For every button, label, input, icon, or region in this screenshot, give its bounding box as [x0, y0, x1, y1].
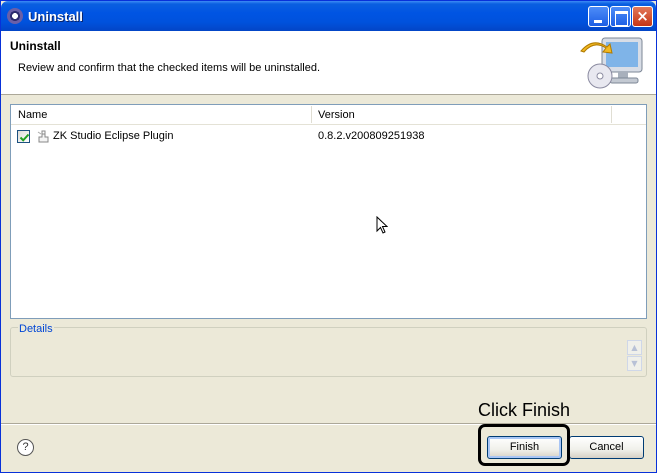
- header-banner: Uninstall Review and confirm that the ch…: [1, 31, 656, 95]
- column-separator[interactable]: [311, 106, 312, 123]
- column-header-name[interactable]: Name: [18, 109, 47, 121]
- banner-description: Review and confirm that the checked item…: [18, 62, 321, 74]
- maximize-button[interactable]: [610, 6, 631, 27]
- cell-item-name: ZK Studio Eclipse Plugin: [53, 130, 174, 142]
- details-scrollbar[interactable]: ▲ ▼: [627, 340, 642, 372]
- details-label: Details: [18, 323, 54, 335]
- items-table: Name Version ZK Studio Eclipse Plugin 0.…: [10, 104, 647, 319]
- column-header-version[interactable]: Version: [318, 109, 355, 121]
- table-row[interactable]: ZK Studio Eclipse Plugin 0.8.2.v20080925…: [11, 127, 646, 145]
- item-checkbox[interactable]: [17, 130, 30, 143]
- window-title: Uninstall: [28, 9, 83, 24]
- cancel-button[interactable]: Cancel: [569, 436, 644, 459]
- annotation-highlight-box: [478, 424, 570, 466]
- close-button[interactable]: ×: [632, 6, 653, 27]
- cell-item-version: 0.8.2.v200809251938: [318, 130, 425, 142]
- scroll-down-icon[interactable]: ▼: [627, 356, 642, 371]
- checkmark-icon: [19, 133, 30, 142]
- plugin-icon: [37, 130, 49, 143]
- table-header: Name Version: [11, 105, 646, 125]
- details-group: Details ▲ ▼: [10, 323, 647, 377]
- help-button[interactable]: ?: [17, 439, 34, 456]
- minimize-button[interactable]: [588, 6, 609, 27]
- uninstall-dialog: Uninstall × Uninstall Review and confirm…: [0, 0, 657, 473]
- banner-title: Uninstall: [10, 39, 61, 53]
- scroll-up-icon[interactable]: ▲: [627, 340, 642, 355]
- eclipse-app-icon: [7, 8, 23, 24]
- annotation-label: Click Finish: [478, 400, 571, 420]
- details-text-area[interactable]: ▲ ▼: [13, 338, 644, 374]
- close-icon: ×: [636, 7, 649, 25]
- mouse-pointer-icon: [376, 216, 388, 234]
- title-bar[interactable]: Uninstall ×: [1, 1, 656, 31]
- uninstall-computer-icon: [580, 37, 643, 89]
- column-separator[interactable]: [611, 106, 612, 123]
